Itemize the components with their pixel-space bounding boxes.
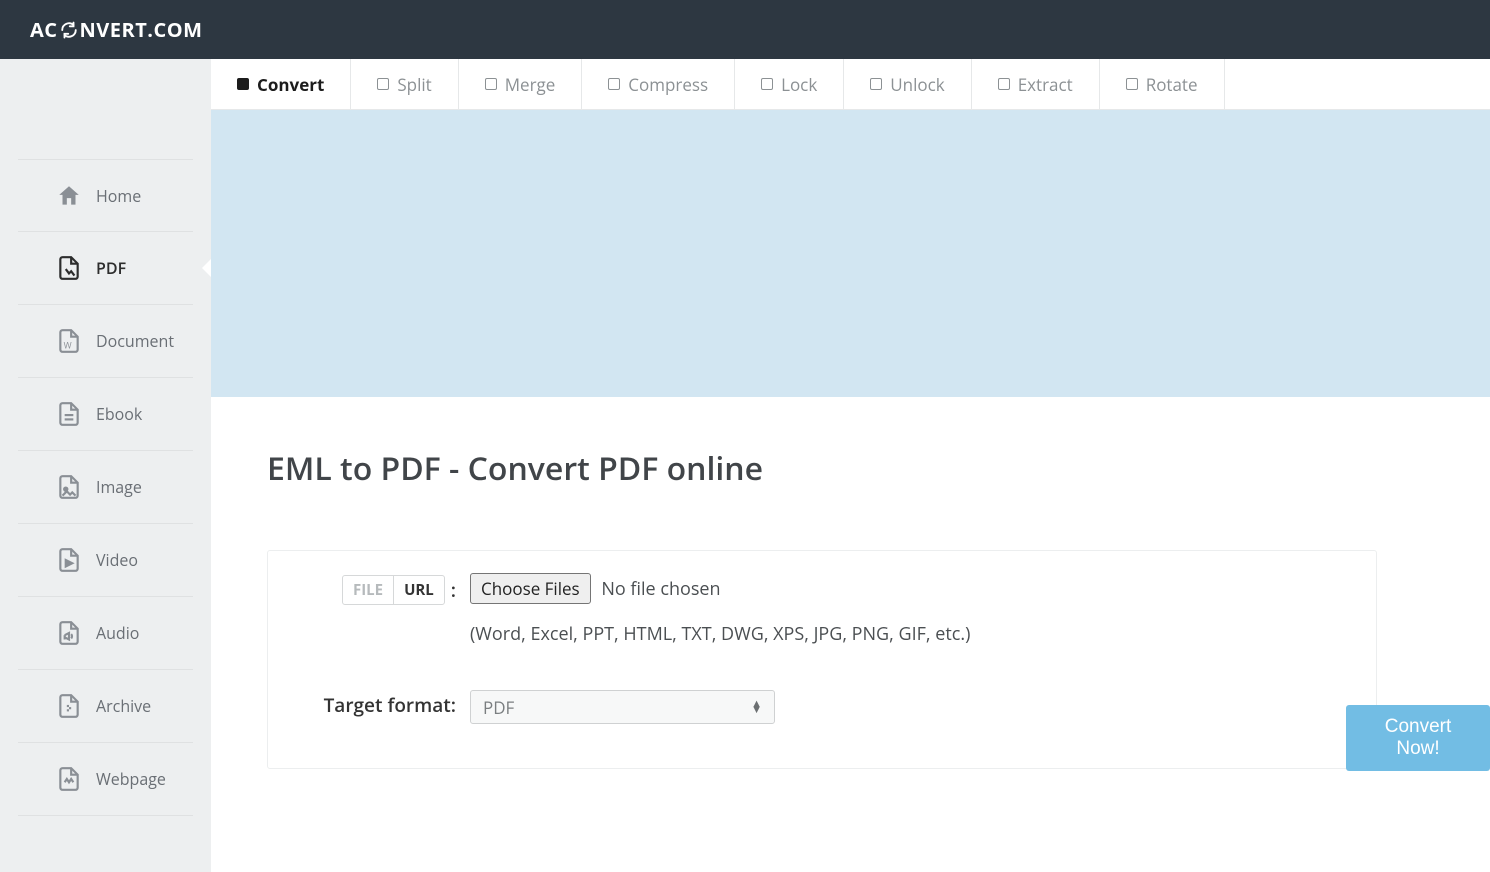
sidebar-item-label: Ebook — [96, 403, 142, 425]
tab-split[interactable]: Split — [351, 59, 458, 109]
sidebar-item-home[interactable]: Home — [18, 159, 193, 232]
archive-icon — [56, 693, 96, 719]
convert-now-button[interactable]: Convert Now! — [1346, 705, 1490, 771]
sidebar-item-label: PDF — [96, 257, 126, 279]
square-icon — [237, 78, 249, 90]
sidebar: Home PDF W Document Ebook Image Video Audio Arch… — [0, 59, 211, 872]
sidebar-item-label: Document — [96, 330, 174, 352]
ad-placeholder — [211, 110, 1490, 397]
sidebar-item-video[interactable]: Video — [18, 524, 193, 597]
target-format-select[interactable]: PDF ▲▼ — [470, 690, 775, 724]
tab-label: Extract — [1018, 73, 1073, 96]
toggle-file[interactable]: FILE — [343, 576, 394, 604]
tab-unlock[interactable]: Unlock — [844, 59, 971, 109]
row-file: FILE URL : Choose Files No file chosen (… — [296, 573, 1348, 646]
target-label: Target format: — [296, 690, 470, 718]
tab-label: Compress — [628, 73, 708, 96]
file-url-toggle[interactable]: FILE URL — [342, 575, 445, 605]
tab-extract[interactable]: Extract — [972, 59, 1100, 109]
form-panel: FILE URL : Choose Files No file chosen (… — [267, 550, 1377, 769]
file-row-body: Choose Files No file chosen (Word, Excel… — [470, 573, 1348, 646]
content: EML to PDF - Convert PDF online FILE URL… — [211, 397, 1490, 872]
tab-label: Split — [397, 73, 431, 96]
sidebar-item-label: Image — [96, 476, 142, 498]
row-target: Target format: PDF ▲▼ — [296, 690, 1348, 724]
square-icon — [1126, 78, 1138, 90]
refresh-icon — [60, 21, 78, 39]
tab-label: Convert — [257, 73, 324, 96]
square-icon — [870, 78, 882, 90]
top-header: AC NVERT.COM — [0, 0, 1490, 59]
sidebar-item-archive[interactable]: Archive — [18, 670, 193, 743]
square-icon — [377, 78, 389, 90]
tab-label: Rotate — [1146, 73, 1198, 96]
sidebar-item-label: Home — [96, 185, 141, 207]
tab-label: Unlock — [890, 73, 944, 96]
sidebar-item-label: Archive — [96, 695, 151, 717]
tab-label: Merge — [505, 73, 556, 96]
image-icon — [56, 474, 96, 500]
video-icon — [56, 547, 96, 573]
no-file-text: No file chosen — [601, 577, 720, 601]
tab-convert[interactable]: Convert — [211, 59, 351, 109]
choose-files-button[interactable]: Choose Files — [470, 573, 591, 604]
square-icon — [485, 78, 497, 90]
formats-hint: (Word, Excel, PPT, HTML, TXT, DWG, XPS, … — [470, 622, 1348, 646]
sidebar-item-label: Webpage — [96, 768, 166, 790]
square-icon — [998, 78, 1010, 90]
file-row-label: FILE URL : — [296, 573, 470, 605]
tab-merge[interactable]: Merge — [459, 59, 583, 109]
main-area: Convert Split Merge Compress Lock Unlock Extra… — [211, 59, 1490, 872]
select-arrows-icon: ▲▼ — [751, 701, 762, 713]
tab-label: Lock — [781, 73, 817, 96]
pdf-icon — [56, 255, 96, 281]
brand-pre: AC — [30, 16, 58, 43]
audio-icon — [56, 620, 96, 646]
tab-rotate[interactable]: Rotate — [1100, 59, 1225, 109]
square-icon — [608, 78, 620, 90]
square-icon — [761, 78, 773, 90]
doc-icon: W — [56, 328, 96, 354]
svg-text:W: W — [64, 340, 72, 352]
sidebar-item-label: Video — [96, 549, 138, 571]
sidebar-item-document[interactable]: W Document — [18, 305, 193, 378]
page-title: EML to PDF - Convert PDF online — [267, 447, 1434, 490]
sidebar-item-ebook[interactable]: Ebook — [18, 378, 193, 451]
tab-compress[interactable]: Compress — [582, 59, 735, 109]
tab-lock[interactable]: Lock — [735, 59, 844, 109]
brand-logo[interactable]: AC NVERT.COM — [30, 16, 203, 43]
sidebar-item-audio[interactable]: Audio — [18, 597, 193, 670]
ebook-icon — [56, 401, 96, 427]
toggle-url[interactable]: URL — [394, 576, 444, 604]
colon: : — [451, 577, 456, 603]
sidebar-item-webpage[interactable]: Webpage — [18, 743, 193, 816]
webpage-icon — [56, 766, 96, 792]
sidebar-item-image[interactable]: Image — [18, 451, 193, 524]
sidebar-item-label: Audio — [96, 622, 139, 644]
brand-post: NVERT.COM — [80, 16, 203, 43]
sidebar-item-pdf[interactable]: PDF — [18, 232, 193, 305]
target-format-value: PDF — [483, 696, 514, 719]
home-icon — [56, 183, 96, 209]
tab-bar: Convert Split Merge Compress Lock Unlock Extra… — [211, 59, 1490, 110]
